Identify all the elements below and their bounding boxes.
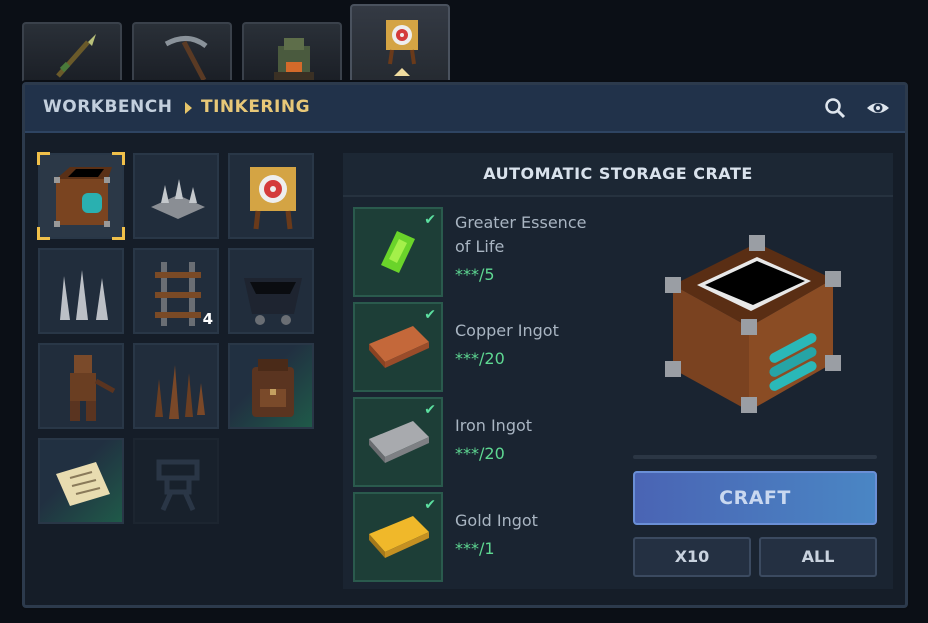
- material-name: Iron Ingot: [455, 416, 533, 435]
- material-slot[interactable]: ✔: [353, 492, 443, 582]
- spike-trap-icon: [151, 179, 205, 219]
- target-dummy-icon: [386, 20, 418, 65]
- floor-spikes-icon: [60, 270, 108, 320]
- minecart-icon: [244, 278, 302, 325]
- pickaxe-icon: [164, 36, 208, 82]
- locked-emblem-icon: [156, 459, 200, 512]
- wooden-figure-icon: [70, 355, 116, 421]
- check-icon: ✔: [424, 307, 436, 323]
- selection-corner: [37, 227, 50, 240]
- material-amount: ***/5: [455, 265, 495, 284]
- material-slot[interactable]: ✔: [353, 302, 443, 392]
- recipe-slot-floor-spikes[interactable]: [38, 248, 124, 334]
- material-slot[interactable]: ✔: [353, 207, 443, 297]
- search-icon[interactable]: [823, 96, 847, 120]
- check-icon: ✔: [424, 402, 436, 418]
- target-dummy-icon: [250, 167, 296, 230]
- furnace-icon: [274, 38, 314, 80]
- recipe-slot-storage-crate[interactable]: [37, 152, 125, 240]
- material-amount: ***/1: [455, 539, 495, 558]
- material-amount: ***/20: [455, 349, 505, 368]
- tab-tools[interactable]: [132, 22, 232, 84]
- material-slot[interactable]: ✔: [353, 397, 443, 487]
- storage-crate-icon: [665, 235, 841, 413]
- craft-x10-button[interactable]: X10: [633, 537, 751, 577]
- check-icon: ✔: [424, 212, 436, 228]
- crafting-panel: WORKBENCH TINKERING 4 AUTOMATIC STORAGE …: [22, 82, 908, 608]
- item-quantity: 4: [202, 310, 213, 328]
- selection-corner: [112, 227, 125, 240]
- backpack-icon: [252, 359, 294, 417]
- check-icon: ✔: [424, 497, 436, 513]
- progress-divider: [633, 455, 877, 459]
- breadcrumb-tinkering: TINKERING: [201, 97, 311, 117]
- tab-furnace[interactable]: [242, 22, 342, 84]
- recipe-slot-rail-track[interactable]: 4: [133, 248, 219, 334]
- recipe-slot-locked[interactable]: [133, 438, 219, 524]
- material-amount: ***/20: [455, 444, 505, 463]
- breadcrumb-separator-icon: [185, 102, 192, 114]
- recipe-slot-spike-trap[interactable]: [133, 153, 219, 239]
- eye-icon[interactable]: [865, 96, 891, 120]
- recipe-slot-target-dummy[interactable]: [228, 153, 314, 239]
- breadcrumb-workbench[interactable]: WORKBENCH: [43, 97, 172, 117]
- material-name: Copper Ingot: [455, 321, 559, 340]
- recipe-detail: AUTOMATIC STORAGE CRATE ✔ Greater Essenc…: [343, 153, 893, 589]
- wooden-stakes-icon: [155, 365, 205, 419]
- recipe-slot-backpack[interactable]: [228, 343, 314, 429]
- active-tab-indicator: [394, 68, 410, 76]
- recipe-slot-wooden-figure[interactable]: [38, 343, 124, 429]
- recipe-slot-wooden-stakes[interactable]: [133, 343, 219, 429]
- recipe-slot-minecart[interactable]: [228, 248, 314, 334]
- material-name: Gold Ingot: [455, 511, 538, 530]
- spear-icon: [56, 34, 96, 78]
- material-name: Greater Essence of Life: [455, 213, 587, 256]
- tab-weapons[interactable]: [22, 22, 122, 84]
- scroll-icon: [56, 462, 110, 506]
- selection-corner: [112, 152, 125, 165]
- recipe-title: AUTOMATIC STORAGE CRATE: [343, 153, 893, 197]
- recipe-slot-scroll[interactable]: [38, 438, 124, 524]
- panel-header: WORKBENCH TINKERING: [25, 85, 905, 133]
- tab-tinkering[interactable]: [350, 4, 450, 84]
- craft-button[interactable]: CRAFT: [633, 471, 877, 525]
- selection-corner: [37, 152, 50, 165]
- craft-all-button[interactable]: ALL: [759, 537, 877, 577]
